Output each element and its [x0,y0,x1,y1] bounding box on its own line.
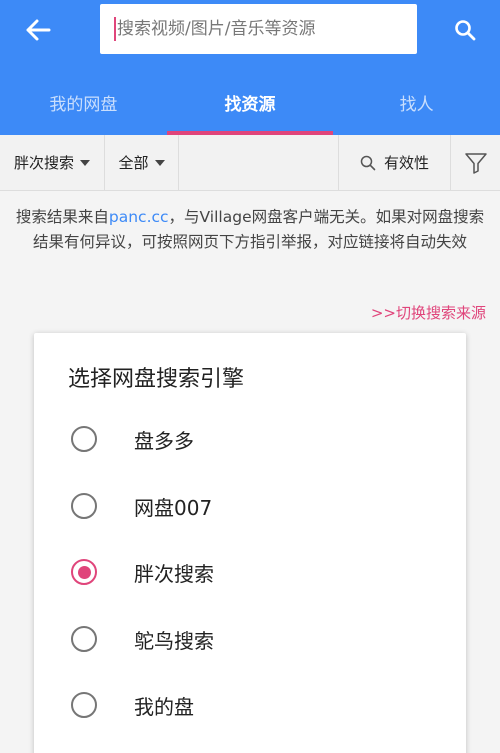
caret-down-icon [80,159,90,166]
radio-icon [71,559,97,585]
engine-option-label: 盘多多 [134,428,194,453]
top-app-bar: 我的网盘 找资源 找人 [0,0,500,135]
switch-source-link[interactable]: >>切换搜索来源 [371,302,486,323]
search-engine-dialog: 选择网盘搜索引擎 盘多多 网盘007 胖次搜索 鸵鸟搜索 我的盘 [34,333,466,753]
search-icon [360,155,376,170]
back-button[interactable] [16,10,60,50]
tab-find-resources[interactable]: 找资源 [166,70,334,135]
filter-button[interactable] [451,135,500,190]
source-notice: 搜索结果来自panc.cc，与Village网盘客户端无关。如果对网盘搜索结果有… [10,205,490,255]
radio-icon [71,626,97,652]
radio-icon [71,692,97,718]
validity-filter-button[interactable]: 有效性 [339,135,451,190]
notice-prefix: 搜索结果来自 [15,208,109,226]
search-box[interactable] [100,4,417,54]
category-dropdown[interactable]: 全部 [105,135,179,190]
tab-bar: 我的网盘 找资源 找人 [0,70,500,135]
source-site-link[interactable]: panc.cc [109,208,169,226]
engine-option[interactable]: 盘多多 [34,409,466,469]
funnel-icon [464,152,487,174]
tab-my-netdisk[interactable]: 我的网盘 [0,70,167,135]
engine-option[interactable]: 我的盘 [34,675,466,735]
search-input[interactable] [117,19,407,39]
text-cursor [114,17,116,41]
arrow-left-icon [26,19,51,41]
engine-option[interactable]: 鸵鸟搜索 [34,609,466,669]
caret-down-icon [154,159,165,166]
category-dropdown-label: 全部 [118,154,149,172]
engine-option-label: 鸵鸟搜索 [134,628,214,653]
sort-dropdown[interactable]: 胖次搜索 [0,135,105,190]
tab-find-people[interactable]: 找人 [333,70,500,135]
engine-option-label: 网盘007 [134,495,213,520]
engine-option[interactable]: 胖次搜索 [34,542,466,602]
dialog-title: 选择网盘搜索引擎 [68,367,245,392]
engine-option-label: 胖次搜索 [134,561,214,586]
engine-option-label: 我的盘 [134,694,194,719]
search-icon [455,20,476,41]
sort-dropdown-label: 胖次搜索 [13,154,74,172]
filter-bar: 胖次搜索 全部 有效性 [0,135,500,191]
filter-spacer [179,135,339,190]
validity-filter-label: 有效性 [383,154,429,172]
search-button[interactable] [445,10,485,50]
radio-icon [71,493,97,519]
engine-option[interactable]: 网盘007 [34,476,466,536]
radio-icon [71,426,97,452]
